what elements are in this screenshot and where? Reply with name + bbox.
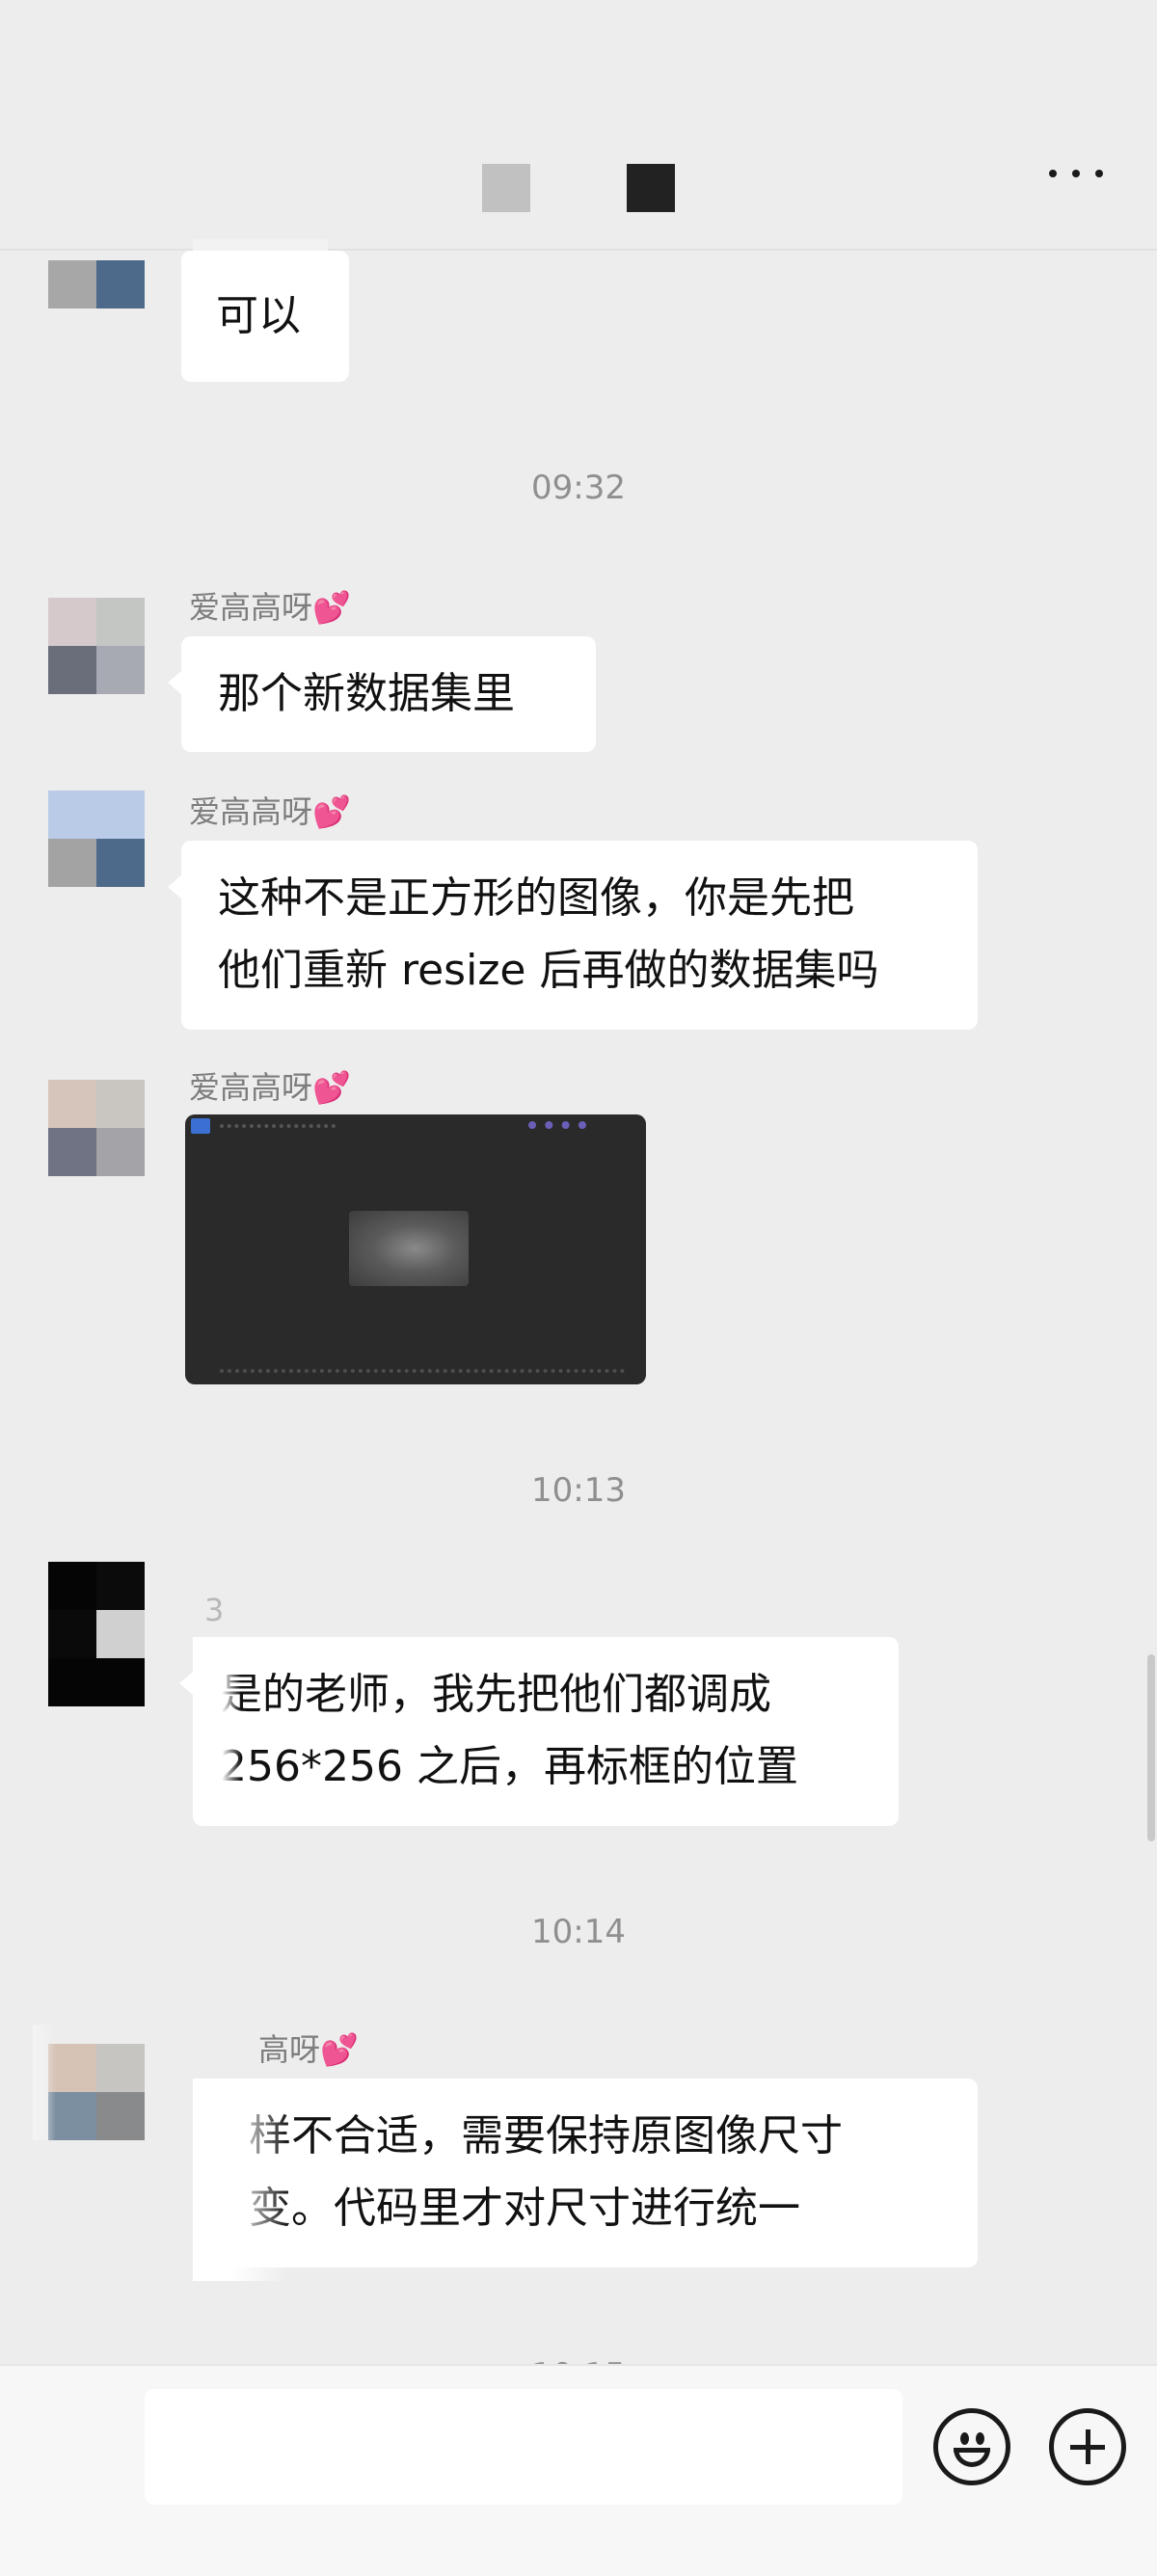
sender-name: 爱高高呀💕 bbox=[189, 588, 351, 627]
heart-emoji-icon: 💕 bbox=[312, 589, 351, 626]
sender-name: 高呀💕 bbox=[258, 2030, 359, 2069]
timestamp: 10:15 bbox=[0, 2356, 1157, 2364]
sender-name-text: 爱高高呀 bbox=[189, 793, 313, 830]
timestamp: 10:13 bbox=[531, 1471, 626, 1510]
message-bubble[interactable]: 可以 bbox=[181, 251, 349, 382]
smiley-icon[interactable] bbox=[933, 2408, 1010, 2485]
sender-name-text: 爱高高呀 bbox=[189, 589, 313, 626]
timestamp: 10:14 bbox=[531, 1913, 626, 1951]
image-preview-thumb bbox=[349, 1211, 469, 1286]
avatar[interactable] bbox=[48, 2044, 145, 2140]
chat-title-block-gray bbox=[482, 164, 530, 212]
sender-name: 爱高高呀💕 bbox=[189, 792, 351, 831]
message-input[interactable] bbox=[145, 2389, 902, 2505]
avatar[interactable] bbox=[48, 598, 145, 694]
image-toolbar-top bbox=[191, 1118, 640, 1136]
toolbar-colored-dots-icon bbox=[528, 1121, 586, 1139]
avatar[interactable] bbox=[48, 1562, 145, 1658]
message-bubble[interactable]: 那个新数据集里 bbox=[168, 636, 596, 752]
app-icon bbox=[191, 1118, 210, 1134]
image-message[interactable] bbox=[185, 1114, 646, 1384]
scrollbar[interactable] bbox=[1147, 1654, 1155, 1841]
ellipsis-icon[interactable] bbox=[1049, 164, 1107, 183]
message-bubble[interactable]: 样不合适，需要保持原图像尺寸 变。代码里才对尺寸进行统一 bbox=[193, 2079, 978, 2267]
timestamp-partial-clip: 10:15 bbox=[0, 2352, 1157, 2364]
avatar-bottom-strip bbox=[48, 1658, 145, 1706]
plus-circle-icon[interactable] bbox=[1049, 2408, 1126, 2485]
avatar[interactable] bbox=[48, 1080, 145, 1176]
message-bubble[interactable]: 是的老师，我先把他们都调成 256*256 之后，再标框的位置 bbox=[179, 1637, 899, 1826]
sender-name: 3 bbox=[204, 1592, 225, 1628]
heart-emoji-icon: 💕 bbox=[312, 793, 351, 830]
chat-title-block-black bbox=[627, 164, 675, 212]
top-bar bbox=[0, 0, 1157, 251]
sender-name-text: 爱高高呀 bbox=[189, 1069, 313, 1106]
bubble-left-mask bbox=[193, 1637, 241, 1801]
bubble-left-mask bbox=[193, 2079, 289, 2281]
toolbar-bottom-dots-icon bbox=[220, 1369, 625, 1377]
toolbar-dots-icon bbox=[220, 1124, 336, 1132]
avatar[interactable] bbox=[48, 791, 145, 887]
avatar-left-mask bbox=[33, 2025, 56, 2140]
heart-emoji-icon: 💕 bbox=[320, 2031, 359, 2068]
message-bubble[interactable]: 这种不是正方形的图像，你是先把 他们重新 resize 后再做的数据集吗 bbox=[168, 841, 978, 1030]
sender-name-text: 高呀 bbox=[258, 2031, 321, 2068]
timestamp: 09:32 bbox=[531, 469, 626, 507]
image-toolbar-bottom bbox=[191, 1363, 640, 1381]
sender-name: 爱高高呀💕 bbox=[189, 1068, 351, 1107]
avatar[interactable] bbox=[48, 260, 145, 309]
heart-emoji-icon: 💕 bbox=[312, 1069, 351, 1106]
